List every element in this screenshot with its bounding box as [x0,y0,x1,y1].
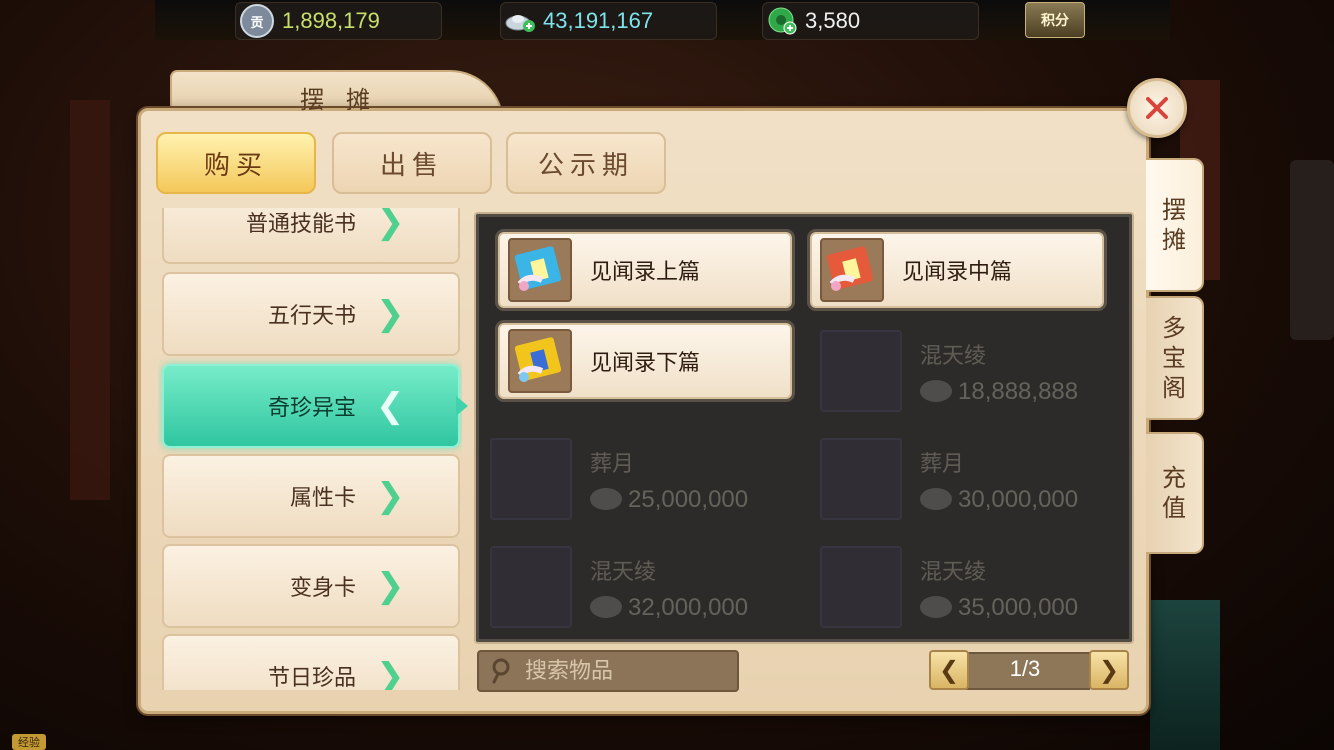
listing-price: 35,000,000 [958,594,1079,621]
side-tab-char: 摆 [1162,196,1186,224]
listing-name: 葬月 [920,452,965,477]
category-list[interactable]: 普通技能书 ❯ 五行天书 ❯ 奇珍异宝 ❮ 属性卡 ❯ 变身卡 ❯ 节日珍品 ❯ [158,208,462,690]
category-label: 属性卡 [289,486,356,511]
silver-ingot-icon [920,488,952,510]
item-card[interactable]: 见闻录上篇 [498,232,792,308]
chevron-left-icon: ❮ [938,656,960,684]
side-tab-char: 多 [1162,314,1186,342]
item-name: 见闻录下篇 [590,351,701,376]
silver-ingot-icon[interactable] [505,6,535,36]
book-icon [508,238,572,302]
category-item[interactable]: 属性卡 ❯ [162,454,460,538]
silver-ingot-icon [590,596,622,618]
search-box[interactable] [477,650,739,692]
next-page-button[interactable]: ❯ [1089,650,1129,690]
chevron-right-icon: ❯ [376,566,405,606]
currency-value: 43,191,167 [543,8,654,33]
category-label: 普通技能书 [245,212,356,237]
prev-page-button[interactable]: ❮ [929,650,969,690]
sash-icon [820,546,902,628]
experience-label: 经验 [12,734,46,750]
listing-ghost: 混天绫 35,000,000 [810,538,1128,634]
item-name: 见闻录上篇 [590,260,701,285]
silver-ingot-icon [590,488,622,510]
category-item[interactable]: 五行天书 ❯ [162,272,460,356]
chevron-left-icon: ❮ [376,386,405,426]
book-icon [508,329,572,393]
side-tab-char: 阁 [1162,374,1186,402]
listing-name: 混天绫 [920,344,987,369]
contribution-coin-icon: 贡 [240,4,274,38]
points-button[interactable]: 积分 [1025,2,1085,38]
side-tab-char: 充 [1162,464,1186,492]
jade-icon[interactable] [767,6,797,36]
chevron-right-icon: ❯ [376,476,405,516]
close-button[interactable] [1127,78,1187,138]
currency-contribution: 贡 1,898,179 [235,2,442,40]
listing-ghost: 混天绫 32,000,000 [480,538,798,634]
tab-buy[interactable]: 购买 [156,132,316,194]
book-icon [820,238,884,302]
sash-icon [820,330,902,412]
listing-price: 18,888,888 [958,378,1079,405]
item-name: 见闻录中篇 [902,260,1013,285]
listing-name: 混天绫 [920,560,987,585]
currency-value: 3,580 [805,8,861,33]
listing-ghost: 葬月 30,000,000 [810,430,1128,526]
item-card[interactable]: 见闻录中篇 [810,232,1104,308]
category-item[interactable]: 变身卡 ❯ [162,544,460,628]
page-indicator: 1/3 [1009,656,1041,681]
side-tab-char: 摊 [1162,226,1186,254]
side-tab-treasure[interactable]: 多 宝 阁 [1146,296,1204,420]
listing-price: 25,000,000 [628,486,749,513]
chevron-right-icon: ❯ [376,294,405,334]
category-item[interactable]: 普通技能书 ❯ [162,208,460,264]
selection-pointer-icon [456,396,468,416]
category-label: 节日珍品 [267,666,356,690]
side-tab-char: 宝 [1162,344,1186,372]
search-icon [492,658,510,684]
sash-icon [820,438,902,520]
item-card[interactable]: 见闻录下篇 [498,323,792,399]
listing-name: 葬月 [590,452,635,477]
listing-ghost: 混天绫 18,888,888 [810,322,1128,418]
chevron-right-icon: ❯ [376,208,405,242]
side-tab-recharge[interactable]: 充 值 [1146,432,1204,554]
tab-publicity[interactable]: 公示期 [506,132,666,194]
side-tab-char: 值 [1162,494,1186,522]
silver-ingot-icon [920,596,952,618]
listing-price: 32,000,000 [628,594,749,621]
listing-price: 30,000,000 [958,486,1079,513]
side-tab-stall[interactable]: 摆 摊 [1146,158,1204,292]
category-item-selected[interactable]: 奇珍异宝 ❮ [162,364,460,448]
category-label: 变身卡 [289,576,356,601]
listing-ghost: 葬月 25,000,000 [480,430,798,526]
search-input[interactable] [523,657,727,685]
currency-value: 1,898,179 [282,8,380,33]
sash-icon [490,546,572,628]
category-label: 奇珍异宝 [267,396,356,421]
chevron-right-icon: ❯ [376,656,405,690]
currency-jade[interactable]: 3,580 [762,2,979,40]
close-icon [1146,97,1168,119]
tab-sell[interactable]: 出售 [332,132,492,194]
window-title: 摆摊 [300,86,392,114]
category-label: 五行天书 [267,304,356,329]
chevron-right-icon: ❯ [1098,656,1120,684]
silver-ingot-icon [920,380,952,402]
listing-name: 混天绫 [590,560,657,585]
sash-icon [490,438,572,520]
currency-silver[interactable]: 43,191,167 [500,2,717,40]
category-item[interactable]: 节日珍品 ❯ [162,634,460,690]
